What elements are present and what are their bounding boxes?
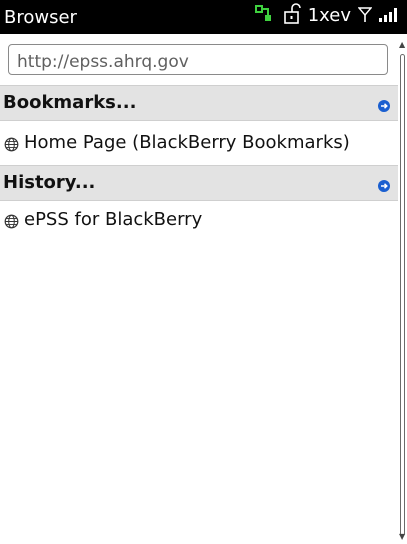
bookmarks-header-label: Bookmarks... [3, 92, 137, 113]
browser-start-page: Bookmarks... Home Page (BlackBerry Bookm… [0, 34, 398, 544]
app-title: Browser [4, 7, 77, 28]
unlocked-icon [283, 3, 301, 29]
history-header[interactable]: History... [0, 165, 398, 201]
expand-arrow-icon[interactable] [378, 177, 390, 192]
scroll-up-arrow-icon[interactable]: ▲ [399, 40, 405, 49]
globe-icon [4, 214, 19, 229]
bookmark-item-label: Home Page (BlackBerry Bookmarks) [24, 132, 350, 153]
browser-screen: Browser 1xev http://epss.ahrq.gov Bookma… [0, 0, 407, 544]
history-item-label: ePSS for BlackBerry [24, 209, 203, 230]
address-field[interactable] [8, 44, 388, 75]
history-item[interactable]: ePSS for BlackBerry [0, 200, 398, 242]
globe-icon [4, 137, 19, 152]
signal-strength-icon [379, 4, 401, 28]
antenna-icon [357, 4, 373, 28]
expand-arrow-icon[interactable] [378, 97, 390, 112]
data-connection-icon [254, 4, 276, 28]
status-icons: 1xev [254, 3, 401, 29]
status-bar: Browser 1xev [0, 0, 407, 34]
scroll-down-arrow-icon[interactable]: ▼ [399, 532, 405, 541]
history-header-label: History... [3, 172, 96, 193]
bookmark-item[interactable]: Home Page (BlackBerry Bookmarks) [0, 123, 398, 165]
bookmarks-header[interactable]: Bookmarks... [0, 85, 398, 121]
scroll-track[interactable] [400, 54, 405, 536]
scrollbar[interactable]: ▲ ▼ [398, 34, 407, 544]
network-type: 1xev [307, 5, 351, 26]
